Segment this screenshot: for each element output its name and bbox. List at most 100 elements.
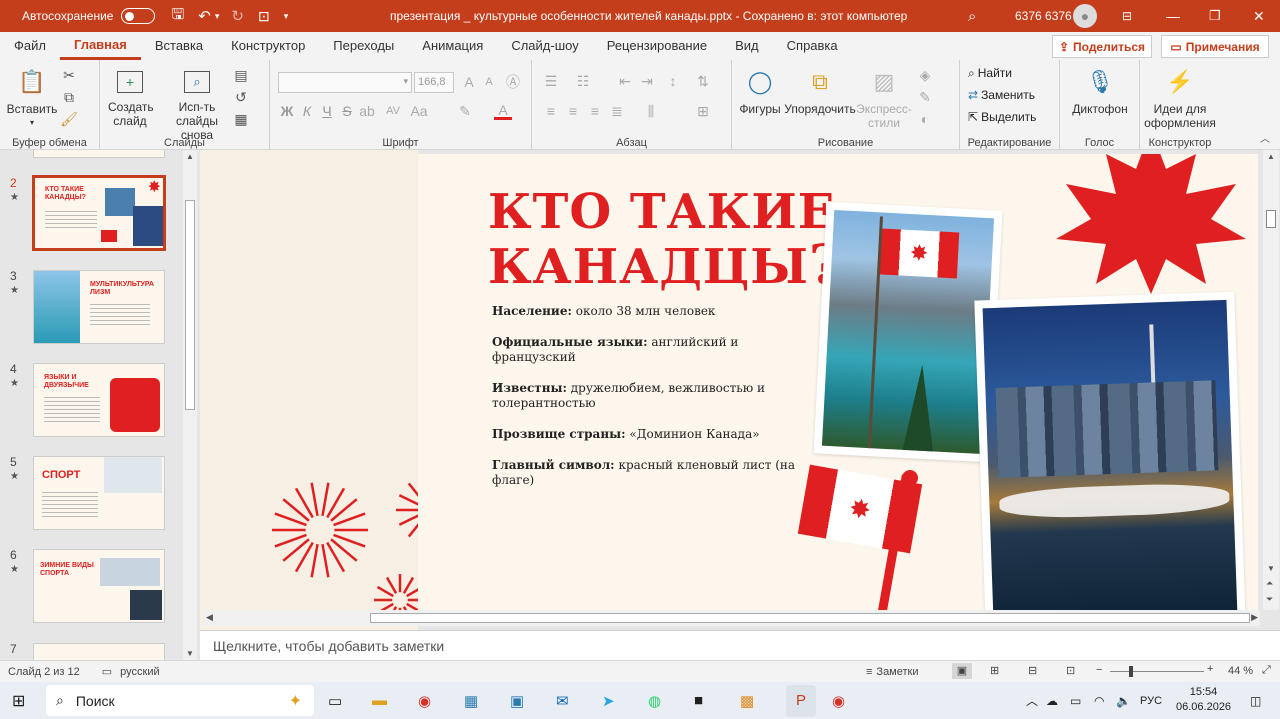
decrease-indent-icon[interactable]: ⇤ xyxy=(616,72,634,90)
scroll-up-icon[interactable]: ▲ xyxy=(186,152,194,161)
font-name-box[interactable]: ▾ xyxy=(278,72,412,93)
font-size-box[interactable]: 166,8 xyxy=(414,72,454,93)
prev-slide-icon[interactable]: ⏶ xyxy=(1266,578,1273,589)
whatsapp-icon[interactable]: ◍ xyxy=(648,685,661,717)
powerpoint-icon[interactable]: P xyxy=(786,684,816,717)
spacing-icon[interactable]: AV xyxy=(384,102,402,120)
italic-button[interactable]: К xyxy=(298,102,316,120)
increase-font-icon[interactable]: A xyxy=(460,73,478,91)
increase-indent-icon[interactable]: ⇥ xyxy=(638,72,656,90)
editor-horizontal-scrollbar[interactable]: ◀ ▶ xyxy=(204,610,1260,626)
outlook-icon[interactable]: ✉ xyxy=(556,685,569,717)
tab-home[interactable]: Главная xyxy=(59,32,141,60)
editor-vertical-scrollbar[interactable]: ▲ ▼ ⏶ ⏷ xyxy=(1263,150,1279,610)
align-center-icon[interactable]: ≡ xyxy=(564,102,582,120)
tray-chevron-icon[interactable]: ︿ xyxy=(1026,685,1038,717)
quick-styles-button[interactable]: ▨ Экспресс-стили xyxy=(854,66,914,131)
cut-icon[interactable]: ✂ xyxy=(60,66,78,84)
share-button[interactable]: ⇪ Поделиться xyxy=(1052,35,1152,58)
shape-outline-icon[interactable]: ✎ xyxy=(916,88,934,106)
thumbnail-slide-4[interactable]: ЯЗЫКИ И ДВУЯЗЫЧИЕ xyxy=(33,363,165,437)
tab-animations[interactable]: Анимация xyxy=(408,32,497,60)
line-spacing-icon[interactable]: ↕ xyxy=(664,72,682,90)
zoom-in-icon[interactable]: + xyxy=(1207,663,1213,675)
reuse-slides-button[interactable]: ⌕ Исп-ть слайды снова xyxy=(164,66,230,142)
reading-view-icon[interactable]: ⊟ xyxy=(1028,664,1037,677)
text-direction-icon[interactable]: ⇅ xyxy=(694,72,712,90)
shape-fill-icon[interactable]: ◈ xyxy=(916,66,934,84)
autosave-toggle[interactable] xyxy=(121,8,156,24)
numbering-icon[interactable]: ☷ xyxy=(574,72,592,90)
search-icon[interactable]: ⌕ xyxy=(968,8,976,25)
fit-slide-icon[interactable]: ⤢ xyxy=(1262,664,1271,677)
close-icon[interactable]: ✕ xyxy=(1253,8,1265,25)
thumbnail-partial[interactable] xyxy=(33,150,165,158)
align-text-icon[interactable]: ⊞ xyxy=(694,102,712,120)
columns-icon[interactable]: ⫼ xyxy=(642,102,660,120)
zoom-slider-knob[interactable] xyxy=(1128,666,1133,677)
thumbnail-slide-3[interactable]: МУЛЬТИКУЛЬТУРАЛИЗМ xyxy=(33,270,165,344)
tab-help[interactable]: Справка xyxy=(773,32,852,60)
thumbnail-slide-2[interactable]: КТО ТАКИЕ КАНАДЦЫ? ✸ xyxy=(32,175,166,251)
shapes-button[interactable]: ◯ Фигуры xyxy=(738,66,782,117)
clear-format-icon[interactable]: Ⓐ xyxy=(504,73,522,91)
font-color-icon[interactable]: A xyxy=(494,102,512,120)
format-painter-icon[interactable]: 🖌 xyxy=(60,110,78,128)
zoom-level[interactable]: 44 % xyxy=(1228,665,1253,677)
zoom-out-icon[interactable]: − xyxy=(1096,664,1102,676)
thumbnail-slide-5[interactable]: СПОРТ xyxy=(33,456,165,530)
telegram-icon[interactable]: ➤ xyxy=(602,685,615,717)
cloud-icon[interactable]: ☁ xyxy=(1046,685,1058,717)
replace-button[interactable]: ⇄ Заменить xyxy=(968,88,1035,102)
task-view-icon[interactable]: ▭ xyxy=(328,685,342,717)
input-language[interactable]: РУС xyxy=(1140,695,1162,707)
slide-title[interactable]: КТО ТАКИЕ КАНАДЦЫ? xyxy=(488,186,842,293)
scroll-left-icon[interactable]: ◀ xyxy=(206,612,213,623)
avatar[interactable]: ● xyxy=(1073,4,1097,28)
dictate-button[interactable]: 🎙 Диктофон xyxy=(1066,66,1134,117)
align-right-icon[interactable]: ≡ xyxy=(586,102,604,120)
scrollbar-thumb[interactable] xyxy=(370,613,1250,623)
windows-start-icon[interactable]: ⊞ xyxy=(12,685,25,717)
normal-view-icon[interactable]: ▣ xyxy=(952,663,972,679)
shape-effects-icon[interactable]: ◐ xyxy=(916,110,934,128)
arrange-button[interactable]: ⧉ Упорядочить xyxy=(784,66,856,117)
taskbar-search[interactable]: ⌕ Поиск ✦ xyxy=(46,685,314,716)
bullets-icon[interactable]: ☰ xyxy=(542,72,560,90)
spellcheck-icon[interactable]: ▭ xyxy=(102,665,112,678)
scroll-up-icon[interactable]: ▲ xyxy=(1267,152,1275,161)
undo-icon[interactable]: ↶ xyxy=(198,7,211,25)
tab-transitions[interactable]: Переходы xyxy=(319,32,408,60)
scroll-down-icon[interactable]: ▼ xyxy=(1267,564,1275,573)
zoom-slider[interactable] xyxy=(1110,666,1204,677)
undo-dropdown-icon[interactable]: ▾ xyxy=(215,11,220,22)
align-left-icon[interactable]: ≡ xyxy=(542,102,560,120)
notes-toggle[interactable]: ≡ Заметки xyxy=(866,666,919,678)
ribbon-display-icon[interactable]: ⊟ xyxy=(1122,9,1132,23)
scrollbar-thumb[interactable] xyxy=(185,200,195,410)
store-icon[interactable]: ▦ xyxy=(464,685,478,717)
copy-icon[interactable]: ⧉ xyxy=(60,88,78,106)
layout-icon[interactable]: ▤ xyxy=(232,66,250,84)
battery-icon[interactable]: ▭ xyxy=(1070,685,1081,717)
tab-view[interactable]: Вид xyxy=(721,32,773,60)
notifications-icon[interactable]: ◫ xyxy=(1250,685,1261,717)
volume-icon[interactable]: 🔈 xyxy=(1116,685,1131,717)
chrome-icon[interactable]: ◉ xyxy=(418,685,431,717)
tab-insert[interactable]: Вставка xyxy=(141,32,217,60)
comments-button[interactable]: ▭ Примечания xyxy=(1161,35,1269,58)
underline-button[interactable]: Ч xyxy=(318,102,336,120)
collapse-ribbon-icon[interactable]: ︿ xyxy=(1260,130,1270,145)
thumbnail-scrollbar[interactable]: ▲ ▼ xyxy=(183,150,197,660)
scrollbar-thumb[interactable] xyxy=(1266,210,1276,228)
shadow-icon[interactable]: ab xyxy=(358,102,376,120)
language-indicator[interactable]: русский xyxy=(120,666,159,678)
sublime-icon[interactable]: ▩ xyxy=(740,685,754,717)
clock[interactable]: 15:54 06.06.2026 xyxy=(1176,685,1231,715)
new-slide-button[interactable]: + Создать слайд xyxy=(104,66,156,128)
tab-design[interactable]: Конструктор xyxy=(217,32,319,60)
redo-icon[interactable]: ↻ xyxy=(231,7,244,25)
case-icon[interactable]: Aa xyxy=(410,102,428,120)
slideshow-icon[interactable]: ⊡ xyxy=(1066,664,1075,677)
highlight-icon[interactable]: ✎ xyxy=(456,102,474,120)
